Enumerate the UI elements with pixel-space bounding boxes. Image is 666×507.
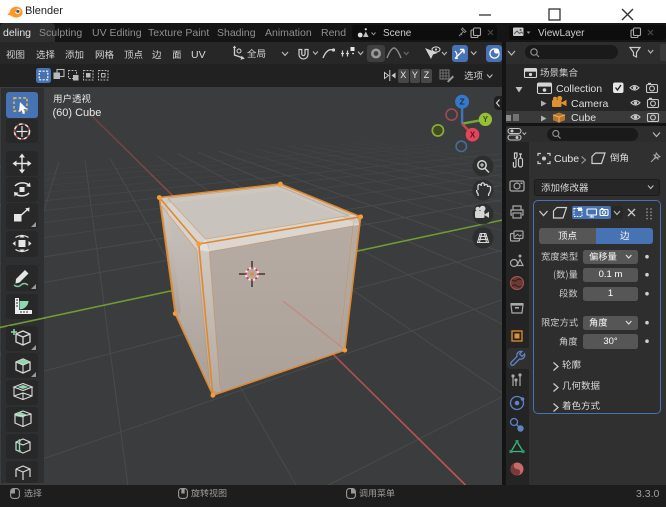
svg-text:Z: Z: [459, 97, 464, 107]
svg-text:X: X: [470, 131, 476, 140]
svg-text:Y: Y: [483, 115, 489, 124]
